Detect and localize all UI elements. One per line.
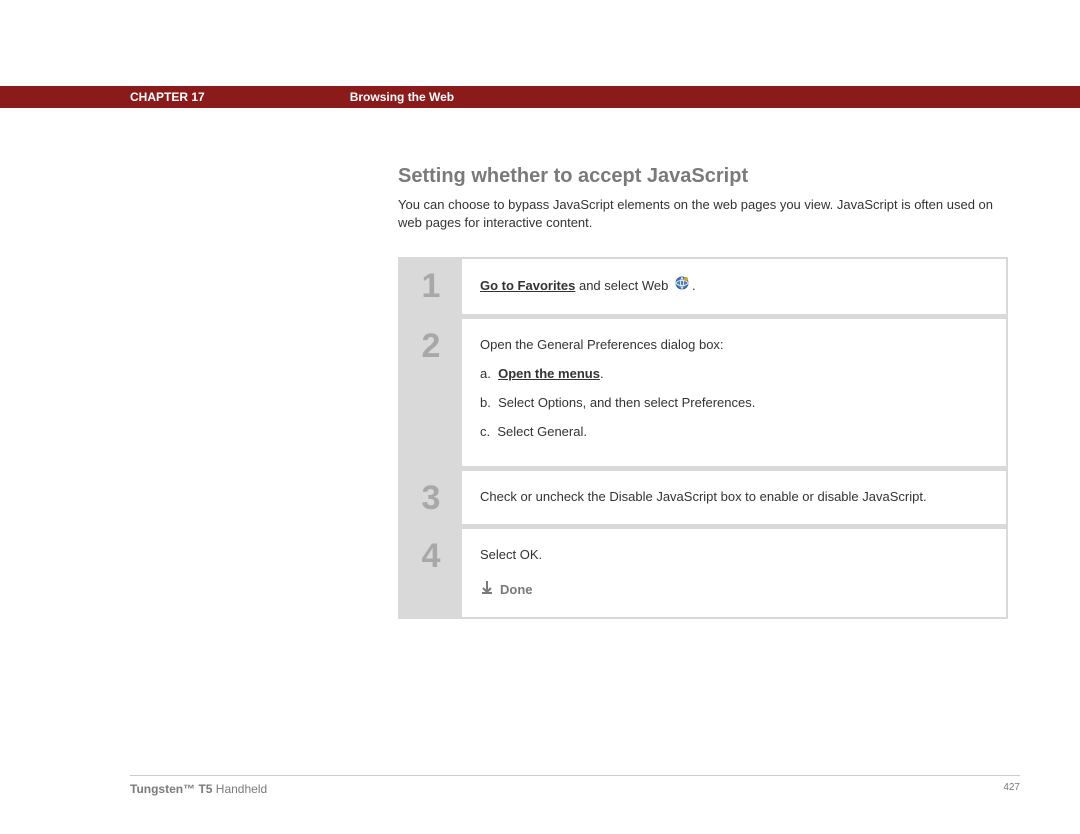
sub-list: a. Open the menus. b. Select Options, an… [480, 364, 988, 442]
favorites-link[interactable]: Go to Favorites [480, 278, 575, 293]
step-2: 2 Open the General Preferences dialog bo… [400, 319, 1006, 471]
open-menus-link[interactable]: Open the menus [498, 366, 600, 381]
step-body: Open the General Preferences dialog box:… [462, 319, 1006, 466]
step-body: Go to Favorites and select Web . [462, 259, 1006, 314]
section-title: Setting whether to accept JavaScript [398, 165, 1008, 188]
step-trailing: . [692, 278, 696, 293]
sub-item-c: c. Select General. [480, 422, 988, 443]
chapter-header: CHAPTER 17 Browsing the Web [0, 86, 1080, 108]
section-intro: You can choose to bypass JavaScript elem… [398, 196, 1008, 232]
step-lead: Open the General Preferences dialog box: [480, 335, 988, 356]
step-number: 3 [400, 471, 462, 524]
done-row: Done [480, 580, 988, 601]
footer-product: Tungsten™ T5 Handheld [130, 782, 267, 796]
step-4: 4 Select OK. Done [400, 529, 1006, 617]
step-number: 4 [400, 529, 462, 617]
step-3: 3 Check or uncheck the Disable JavaScrip… [400, 471, 1006, 529]
steps-container: 1 Go to Favorites and select Web . 2 Ope… [398, 257, 1008, 618]
step-text: Select OK. [480, 545, 988, 566]
page-footer: Tungsten™ T5 Handheld 427 [130, 775, 1020, 796]
step-text: Check or uncheck the Disable JavaScript … [480, 489, 927, 504]
sub-item-b: b. Select Options, and then select Prefe… [480, 393, 988, 414]
chapter-label: CHAPTER 17 [130, 90, 205, 104]
step-number: 1 [400, 259, 462, 314]
chapter-title: Browsing the Web [350, 90, 454, 104]
step-body: Check or uncheck the Disable JavaScript … [462, 471, 1006, 524]
sub-item-a: a. Open the menus. [480, 364, 988, 385]
done-arrow-icon [480, 580, 494, 601]
done-label: Done [500, 580, 533, 601]
step-text: and select Web [575, 278, 672, 293]
step-number: 2 [400, 319, 462, 466]
web-icon [674, 275, 690, 298]
step-body: Select OK. Done [462, 529, 1006, 617]
footer-page-number: 427 [1003, 782, 1020, 796]
main-content: Setting whether to accept JavaScript You… [398, 165, 1008, 619]
step-1: 1 Go to Favorites and select Web . [400, 259, 1006, 319]
